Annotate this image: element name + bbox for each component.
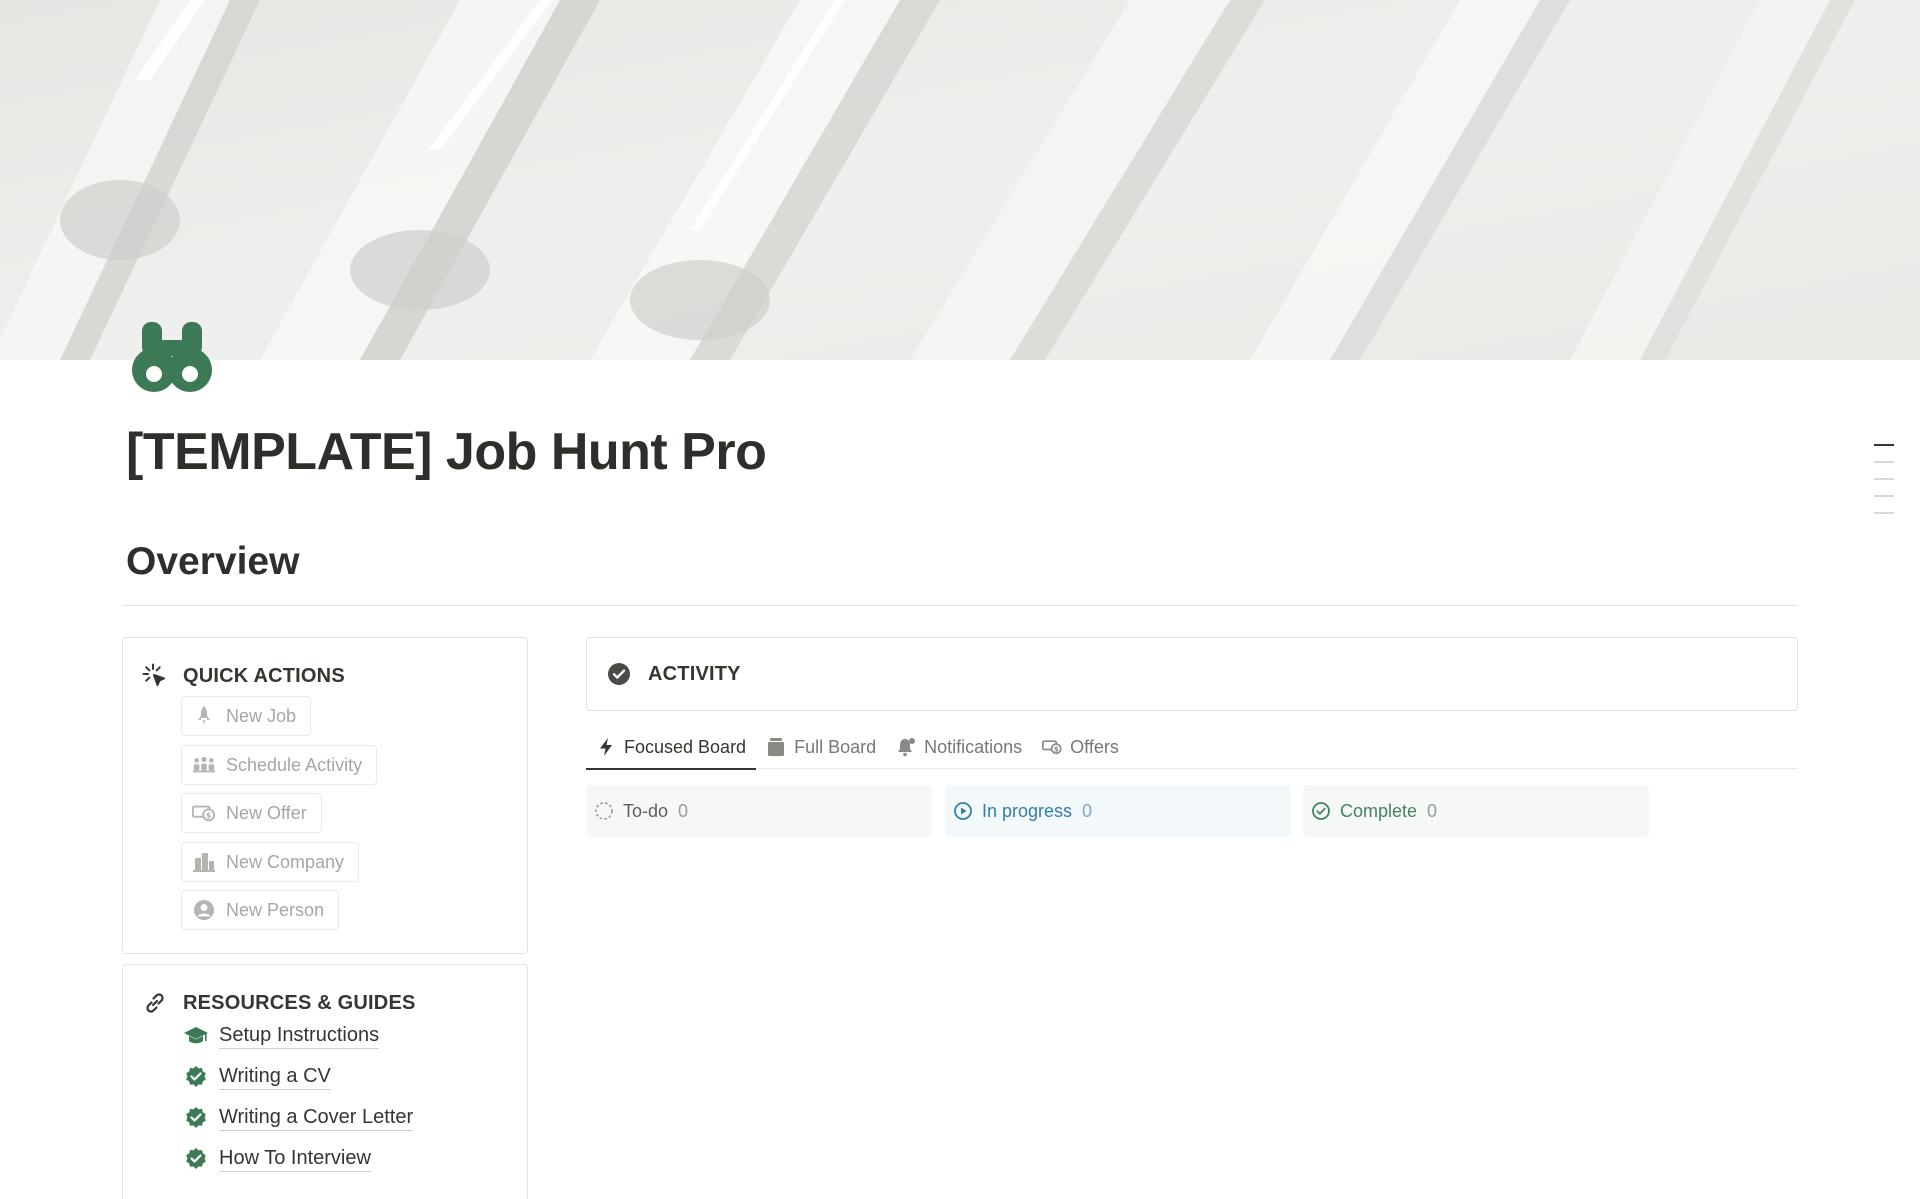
writing-cv-label: Writing a CV <box>219 1065 331 1090</box>
building-icon <box>192 850 216 874</box>
tab-notifications[interactable]: Notifications <box>886 726 1032 768</box>
writing-cover-letter-link[interactable]: Writing a Cover Letter <box>183 1105 414 1131</box>
people-icon <box>192 753 216 777</box>
link-icon <box>141 989 169 1017</box>
cover-image <box>0 0 1920 360</box>
new-person-button[interactable]: New Person <box>181 890 340 930</box>
how-to-interview-link[interactable]: How To Interview <box>183 1146 371 1172</box>
lightning-icon <box>596 737 616 757</box>
resources-card: RESOURCES & GUIDES Setup Instructions Wr… <box>122 964 528 1199</box>
tab-focused-board[interactable]: Focused Board <box>586 726 757 770</box>
divider <box>122 605 1798 606</box>
todo-count: 0 <box>678 800 689 821</box>
toc-item[interactable] <box>1874 512 1894 514</box>
new-job-label: New Job <box>226 705 297 726</box>
activity-callout: ACTIVITY <box>586 637 1798 711</box>
stack-icon <box>766 737 786 757</box>
verified-badge-icon <box>183 1146 209 1172</box>
tab-full-board[interactable]: Full Board <box>756 726 886 768</box>
svg-text:$: $ <box>1054 744 1059 753</box>
dashed-circle-icon <box>593 800 615 822</box>
resources-title: RESOURCES & GUIDES <box>183 991 416 1014</box>
toc-item[interactable] <box>1874 495 1894 497</box>
graduation-cap-icon <box>183 1023 209 1049</box>
board-column-todo[interactable]: To-do 0 <box>586 785 932 837</box>
svg-text:$: $ <box>206 810 212 820</box>
check-circle-icon <box>606 661 632 687</box>
activity-view-tabs: Focused Board Full Board Notifications $… <box>586 726 1798 770</box>
new-offer-label: New Offer <box>226 802 307 823</box>
quick-actions-title: QUICK ACTIONS <box>183 664 345 687</box>
resources-header: RESOURCES & GUIDES <box>141 989 416 1017</box>
tab-full-board-label: Full Board <box>794 736 877 757</box>
complete-label: Complete <box>1340 800 1418 821</box>
activity-title: ACTIVITY <box>648 662 741 685</box>
rocket-icon <box>192 704 216 728</box>
tab-notifications-label: Notifications <box>924 736 1023 757</box>
board-column-in-progress[interactable]: In progress 0 <box>945 785 1291 837</box>
toc-item[interactable] <box>1874 444 1894 446</box>
play-circle-icon <box>952 800 974 822</box>
cursor-click-icon <box>141 662 169 690</box>
verified-badge-icon <box>183 1064 209 1090</box>
new-company-label: New Company <box>226 851 345 872</box>
new-job-button[interactable]: New Job <box>181 696 312 736</box>
setup-instructions-label: Setup Instructions <box>219 1024 380 1049</box>
quick-actions-card: QUICK ACTIONS New Job Schedule Activity … <box>122 637 528 954</box>
table-of-contents[interactable] <box>1874 444 1896 529</box>
how-to-interview-label: How To Interview <box>219 1147 371 1172</box>
complete-count: 0 <box>1427 800 1438 821</box>
todo-label: To-do <box>623 800 669 821</box>
tab-offers-label: Offers <box>1070 736 1119 757</box>
toc-item[interactable] <box>1874 478 1894 480</box>
verified-badge-icon <box>183 1105 209 1131</box>
schedule-activity-button[interactable]: Schedule Activity <box>181 745 378 785</box>
binoculars-icon[interactable] <box>132 318 222 394</box>
money-icon: $ <box>1042 737 1062 757</box>
schedule-activity-label: Schedule Activity <box>226 754 363 775</box>
toc-item[interactable] <box>1874 461 1894 463</box>
tab-offers[interactable]: $ Offers <box>1032 726 1129 768</box>
setup-instructions-link[interactable]: Setup Instructions <box>183 1023 380 1049</box>
money-icon: $ <box>192 801 216 825</box>
writing-cv-link[interactable]: Writing a CV <box>183 1064 331 1090</box>
new-person-label: New Person <box>226 899 325 920</box>
new-offer-button[interactable]: $ New Offer <box>181 793 322 833</box>
tab-focused-board-label: Focused Board <box>624 736 747 757</box>
in-progress-label: In progress <box>982 800 1073 821</box>
in-progress-count: 0 <box>1082 800 1093 821</box>
writing-cover-letter-label: Writing a Cover Letter <box>219 1106 414 1131</box>
quick-actions-header: QUICK ACTIONS <box>141 662 345 690</box>
page-title: [TEMPLATE] Job Hunt Pro <box>126 423 767 481</box>
board-column-complete[interactable]: Complete 0 <box>1303 785 1649 837</box>
bell-icon <box>896 737 916 757</box>
person-circle-icon <box>192 898 216 922</box>
check-circle-outline-icon <box>1310 800 1332 822</box>
new-company-button[interactable]: New Company <box>181 842 360 882</box>
section-title: Overview <box>126 540 300 583</box>
